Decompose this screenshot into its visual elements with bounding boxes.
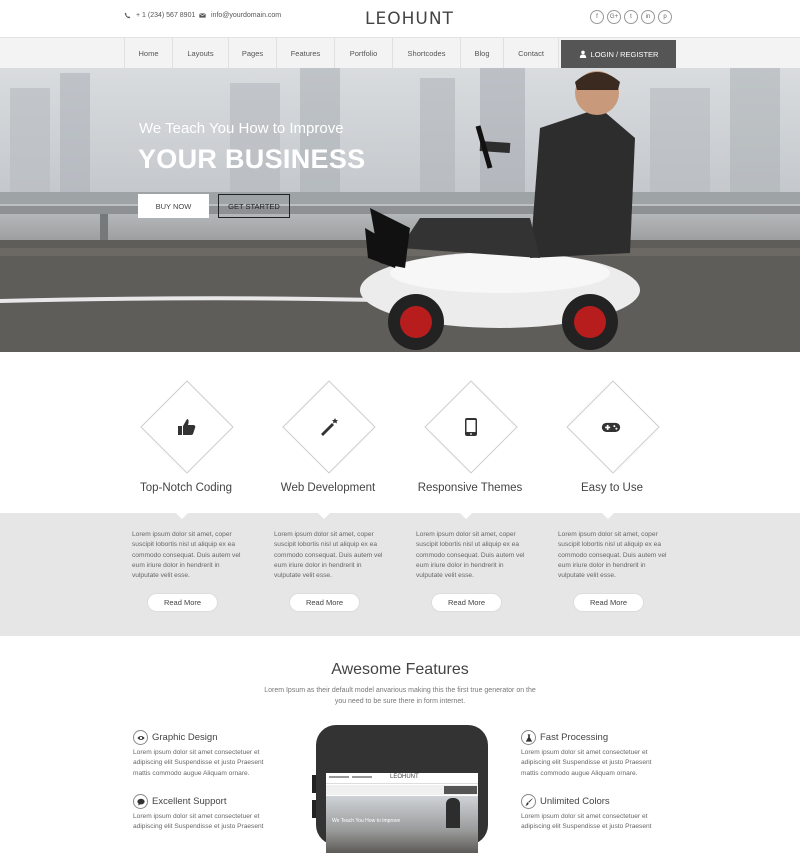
- thumbs-up-icon: [178, 419, 196, 435]
- feature-text: Lorem ipsum dolor sit amet consectetuer …: [133, 749, 264, 777]
- features-title: Awesome Features: [331, 661, 469, 678]
- service-text: Lorem ipsum dolor sit amet, coper suscip…: [416, 531, 525, 580]
- email-contact[interactable]: info@yourdomain.com: [199, 12, 281, 19]
- phone-icon: [124, 12, 131, 19]
- phone-mockup: LEOHUNT We Teach You How to Improve: [316, 725, 488, 853]
- hero-background-image: [0, 68, 800, 352]
- hero-title: YOUR BUSINESS: [138, 144, 366, 174]
- site-logo[interactable]: LEOHUNT: [365, 9, 454, 29]
- service-notch: [318, 513, 330, 519]
- phone-screen-contact: [352, 776, 372, 778]
- nav-item-blog[interactable]: Blog: [460, 38, 503, 69]
- read-more-button[interactable]: Read More: [431, 593, 502, 612]
- feature-name: Graphic Design: [152, 732, 218, 743]
- service-text: Lorem ipsum dolor sit amet, coper suscip…: [274, 531, 383, 580]
- read-more-button[interactable]: Read More: [289, 593, 360, 612]
- service-title: Responsive Themes: [417, 482, 523, 494]
- feature-text: Lorem ipsum dolor sit amet consectetuer …: [521, 813, 652, 831]
- service-notch: [176, 513, 188, 519]
- linkedin-icon[interactable]: in: [641, 10, 655, 24]
- phone-screen-hero-text: We Teach You How to Improve: [332, 818, 401, 824]
- phone-screen-hero-figure: [446, 798, 460, 828]
- nav-item-home[interactable]: Home: [124, 38, 172, 69]
- service-title: Web Development: [280, 482, 376, 494]
- hero-banner: We Teach You How to Improve YOUR BUSINES…: [0, 68, 800, 352]
- phone-screen: LEOHUNT We Teach You How to Improve: [326, 773, 478, 853]
- main-nav: Home Layouts Pages Features Portfolio Sh…: [0, 37, 800, 69]
- feature-text: Lorem ipsum dolor sit amet consectetuer …: [133, 813, 264, 831]
- phone-screen-login: [444, 786, 477, 794]
- feature-name: Excellent Support: [152, 796, 227, 807]
- login-register-button[interactable]: LOGIN / REGISTER: [561, 40, 676, 68]
- phone-screen-nav: [326, 785, 478, 795]
- magic-wand-icon: [321, 418, 338, 436]
- google-plus-icon[interactable]: G+: [607, 10, 621, 24]
- service-text: Lorem ipsum dolor sit amet, coper suscip…: [558, 531, 667, 580]
- nav-item-portfolio[interactable]: Portfolio: [334, 38, 392, 69]
- brush-icon: [524, 797, 533, 806]
- feature-icon-circle: [521, 794, 536, 809]
- phone-screen-hero: We Teach You How to Improve: [326, 796, 478, 853]
- phone-screen-logo: LEOHUNT: [390, 774, 419, 780]
- phone-screen-contact: [329, 776, 349, 778]
- hero-subtitle: We Teach You How to Improve: [139, 120, 344, 137]
- flask-icon: [525, 733, 532, 742]
- social-links: f G+ t in p: [590, 10, 672, 24]
- feature-icon-circle: [133, 730, 148, 745]
- gamepad-icon: [601, 422, 621, 432]
- feature-icon-circle: [133, 794, 148, 809]
- twitter-icon[interactable]: t: [624, 10, 638, 24]
- feature-name: Unlimited Colors: [540, 796, 610, 807]
- facebook-icon[interactable]: f: [590, 10, 604, 24]
- service-title: Easy to Use: [581, 482, 643, 494]
- service-text: Lorem ipsum dolor sit amet, coper suscip…: [132, 531, 241, 580]
- features-description: Lorem Ipsum as their default model anvar…: [264, 687, 536, 705]
- nav-item-pages[interactable]: Pages: [228, 38, 276, 69]
- get-started-button[interactable]: GET STARTED: [218, 194, 290, 218]
- read-more-button[interactable]: Read More: [147, 593, 218, 612]
- nav-item-layouts[interactable]: Layouts: [172, 38, 228, 69]
- envelope-icon: [199, 13, 206, 18]
- tablet-icon: [465, 418, 477, 436]
- read-more-button[interactable]: Read More: [573, 593, 644, 612]
- feature-name: Fast Processing: [540, 732, 609, 743]
- eye-icon: [136, 735, 145, 740]
- pinterest-icon[interactable]: p: [658, 10, 672, 24]
- service-notch: [460, 513, 472, 519]
- services-details: [0, 513, 800, 636]
- buy-now-button[interactable]: BUY NOW: [138, 194, 209, 218]
- user-icon: [579, 50, 586, 58]
- phone-contact: + 1 (234) 567 8901: [124, 12, 195, 19]
- nav-item-contact[interactable]: Contact: [503, 38, 559, 69]
- feature-text: Lorem ipsum dolor sit amet consectetuer …: [521, 749, 652, 777]
- nav-item-features[interactable]: Features: [276, 38, 334, 69]
- service-notch: [602, 513, 614, 519]
- service-title: Top-Notch Coding: [139, 482, 233, 494]
- nav-item-shortcodes[interactable]: Shortcodes: [392, 38, 460, 69]
- phone-screen-topbar: LEOHUNT: [326, 773, 478, 784]
- feature-icon-circle: [521, 730, 536, 745]
- top-bar: + 1 (234) 567 8901 info@yourdomain.com L…: [0, 0, 800, 37]
- chat-icon: [136, 798, 145, 806]
